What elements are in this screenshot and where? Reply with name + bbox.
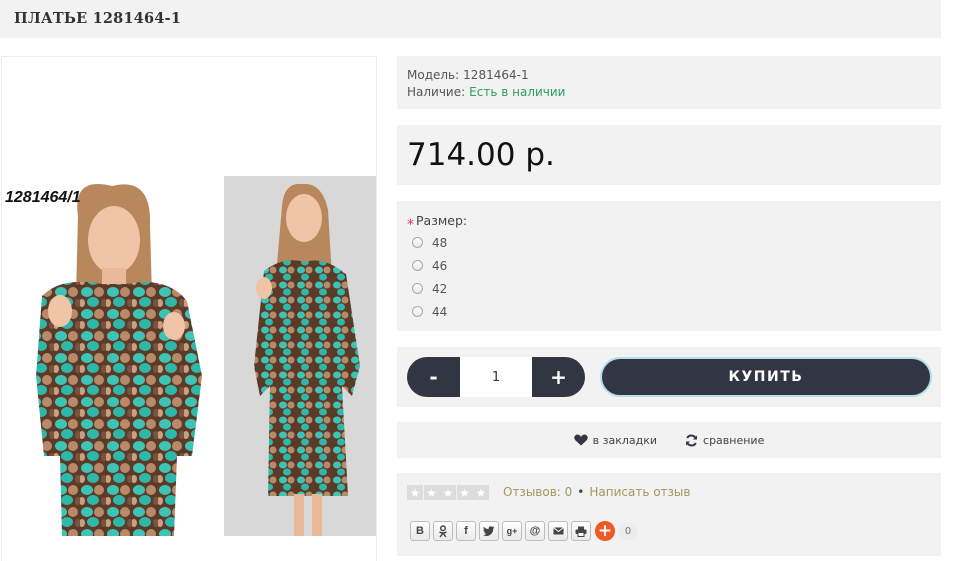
model-photo-graphic	[36, 184, 202, 536]
separator-dot: •	[577, 485, 585, 499]
model-label: Модель:	[407, 68, 460, 82]
share-more-button[interactable]: +	[595, 521, 615, 541]
size-option-46[interactable]: 46	[412, 254, 931, 277]
facebook-share-icon[interactable]: f	[456, 521, 476, 541]
review-links: Отзывов: 0 • Написать отзыв	[503, 485, 690, 499]
star-icon: ★	[423, 485, 440, 500]
compare-label[interactable]: сравнение	[703, 434, 764, 447]
price-panel: 714.00 р.	[397, 125, 941, 185]
product-actions-panel: в закладки сравнение	[397, 422, 941, 458]
vk-share-icon[interactable]: В	[410, 521, 430, 541]
product-info-panel: Модель: 1281464-1 Наличие: Есть в наличии	[397, 56, 941, 109]
odnoklassniki-icon	[439, 524, 447, 537]
product-photo-full[interactable]	[224, 176, 376, 536]
page-title: ПЛАТЬЕ 1281464-1	[14, 10, 182, 27]
email-at-share-icon[interactable]: @	[525, 521, 545, 541]
required-marker: *	[407, 217, 414, 233]
odnoklassniki-share-icon[interactable]	[433, 521, 453, 541]
star-icon: ★	[456, 485, 473, 500]
product-code-overlay: 1281464/1	[5, 189, 81, 206]
size-option-44[interactable]: 44	[412, 300, 931, 323]
star-icon: ★	[473, 485, 489, 500]
twitter-share-icon[interactable]	[479, 521, 499, 541]
twitter-icon	[483, 526, 495, 536]
quantity-input[interactable]	[460, 357, 532, 397]
size-option-title: Размер:	[416, 213, 468, 228]
add-to-compare-button[interactable]: сравнение	[685, 434, 764, 447]
reviews-panel: ★ ★ ★ ★ ★ Отзывов: 0 • Написать отзыв В f …	[397, 473, 941, 556]
reviews-count-link[interactable]: Отзывов: 0	[503, 485, 572, 499]
quantity-decrease-button[interactable]: -	[407, 357, 460, 397]
google-plus-share-icon[interactable]: g+	[502, 521, 522, 541]
add-to-wishlist-button[interactable]: в закладки	[573, 434, 657, 447]
size-radio[interactable]	[412, 306, 423, 317]
title-bar: ПЛАТЬЕ 1281464-1	[0, 0, 941, 38]
rating-stars: ★ ★ ★ ★ ★	[407, 485, 490, 500]
buy-button[interactable]: КУПИТЬ	[600, 357, 932, 397]
size-option-header: * Размер:	[407, 213, 931, 233]
stock-status: Есть в наличии	[469, 85, 566, 99]
product-price: 714.00 р.	[407, 137, 555, 173]
share-count-badge: 0	[619, 522, 637, 540]
stock-row: Наличие: Есть в наличии	[407, 84, 931, 101]
model-row: Модель: 1281464-1	[407, 67, 931, 84]
size-option-42[interactable]: 42	[412, 277, 931, 300]
size-option-panel: * Размер: 48 46 42 44	[397, 201, 941, 331]
quantity-increase-button[interactable]: +	[532, 357, 585, 397]
model-full-photo-graphic	[254, 183, 360, 536]
write-review-link[interactable]: Написать отзыв	[589, 485, 690, 499]
model-value: 1281464-1	[463, 68, 529, 82]
size-label[interactable]: 44	[432, 305, 447, 319]
product-image-box[interactable]: 1281464/1	[1, 56, 377, 561]
share-buttons: В f g+ @ + 0	[410, 521, 637, 541]
refresh-icon	[686, 434, 698, 446]
stock-label: Наличие:	[407, 85, 466, 99]
envelope-icon	[552, 527, 564, 535]
size-radio[interactable]	[412, 260, 423, 271]
print-share-icon[interactable]	[571, 521, 591, 541]
size-label[interactable]: 46	[432, 259, 447, 273]
star-icon: ★	[440, 485, 456, 500]
add-to-cart-panel: - + КУПИТЬ	[397, 347, 941, 407]
product-photo-front[interactable]	[2, 176, 222, 536]
printer-icon	[575, 526, 587, 537]
size-radio[interactable]	[412, 283, 423, 294]
star-icon: ★	[407, 485, 423, 500]
size-radio[interactable]	[412, 237, 423, 248]
wishlist-label[interactable]: в закладки	[593, 434, 657, 447]
size-label[interactable]: 42	[432, 282, 447, 296]
size-label[interactable]: 48	[432, 236, 447, 250]
size-option-48[interactable]: 48	[412, 231, 931, 254]
mail-share-icon[interactable]	[548, 521, 568, 541]
heart-icon	[573, 434, 588, 446]
